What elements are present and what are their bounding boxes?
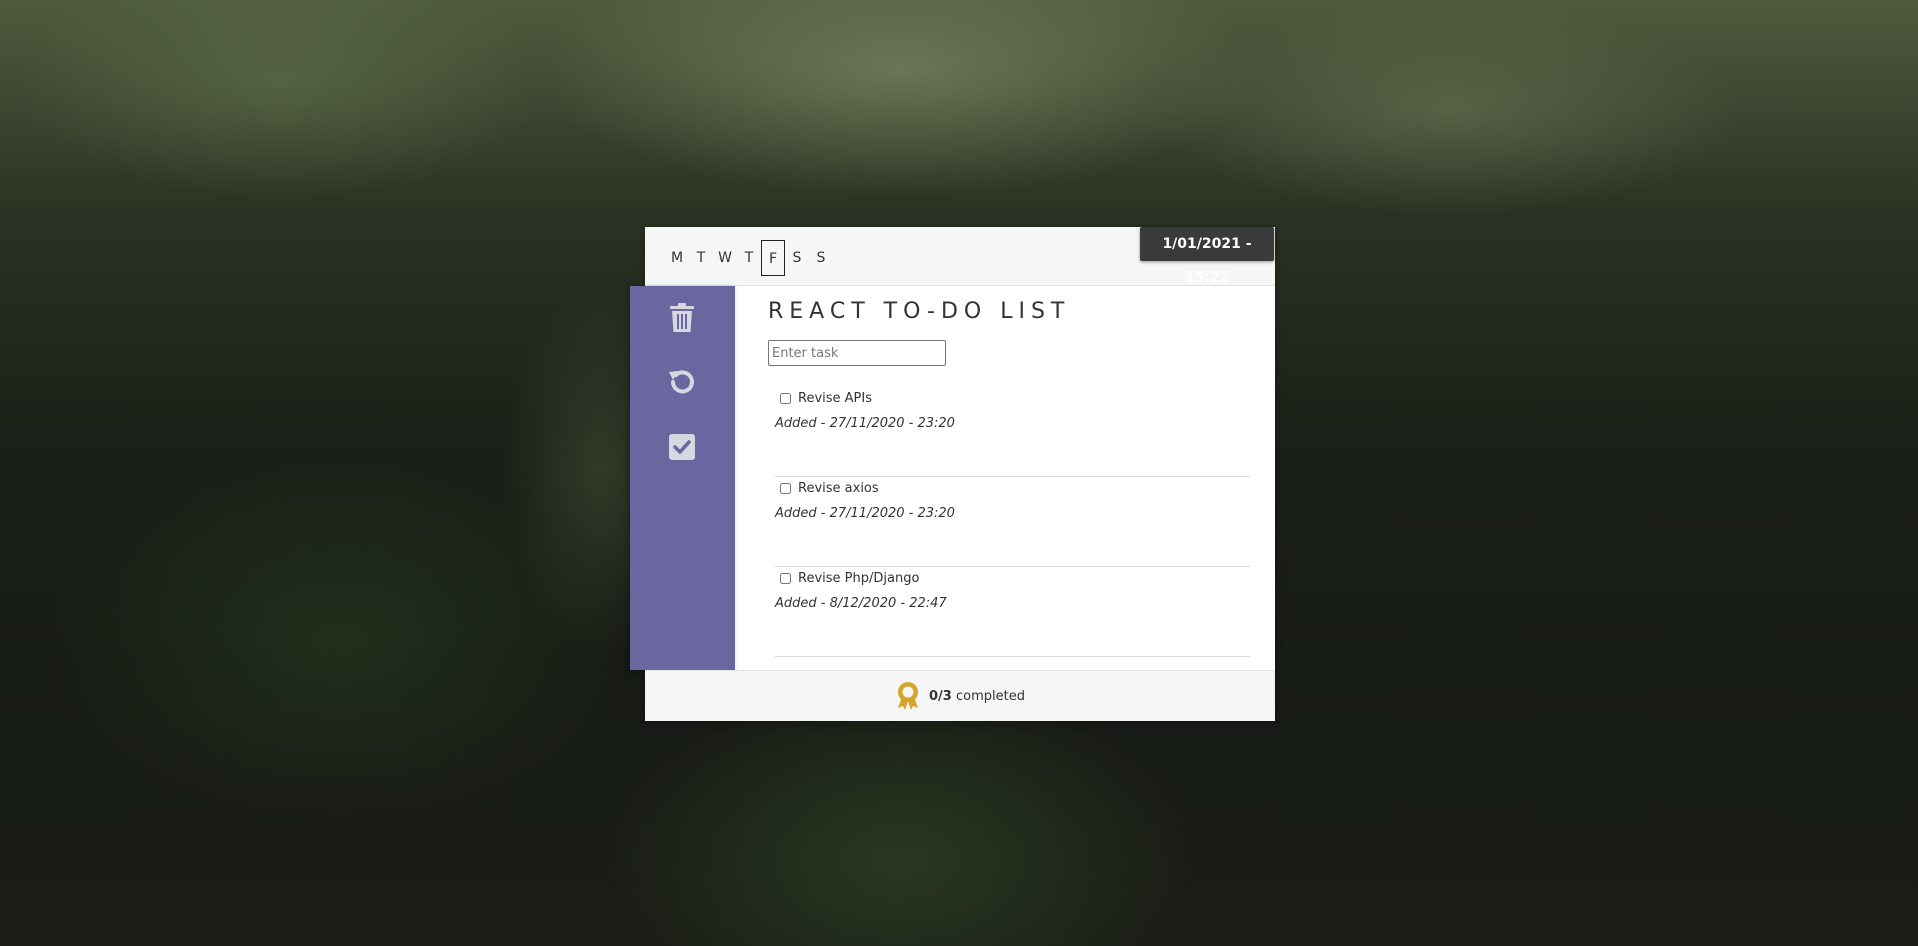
day-monday[interactable]: M (665, 240, 689, 276)
day-friday[interactable]: F (761, 240, 785, 276)
completion-label: completed (956, 688, 1025, 704)
completion-count: 0/3 (929, 688, 952, 704)
day-wednesday[interactable]: W (713, 240, 737, 276)
datetime-badge: 1/01/2021 - 15:22 (1140, 227, 1274, 286)
task-checkbox[interactable] (780, 483, 791, 494)
task-item: Revise axios Added - 27/11/2020 - 23:20 (775, 477, 1250, 567)
task-item: Revise Php/Django Added - 8/12/2020 - 22… (775, 567, 1250, 657)
weekday-list: M T W T F S S (665, 240, 833, 276)
task-row: Revise axios (780, 481, 879, 496)
completion-footer: 0/3 completed (645, 670, 1275, 721)
task-checkbox[interactable] (780, 393, 791, 404)
task-row: Revise APIs (780, 391, 872, 406)
delete-button[interactable] (666, 302, 698, 334)
undo-button[interactable] (666, 366, 698, 398)
page-title: REACT TO-DO LIST (768, 299, 1071, 324)
task-row: Revise Php/Django (780, 571, 919, 586)
action-sidebar (630, 286, 735, 670)
task-added-date: Added - 27/11/2020 - 23:20 (775, 506, 955, 521)
task-added-date: Added - 8/12/2020 - 22:47 (775, 596, 947, 611)
task-list: Revise APIs Added - 27/11/2020 - 23:20 R… (775, 387, 1250, 657)
completion-summary: 0/3 completed (929, 689, 1025, 704)
task-input[interactable] (768, 340, 946, 366)
task-name: Revise APIs (798, 391, 872, 406)
trash-icon (670, 303, 694, 332)
todo-card: M T W T F S S REACT TO-DO LIST Enter tas… (630, 227, 1275, 721)
complete-all-button[interactable] (666, 431, 698, 463)
task-item: Revise APIs Added - 27/11/2020 - 23:20 (775, 387, 1250, 477)
task-name: Revise Php/Django (798, 571, 920, 586)
checkbox-checked-icon (669, 434, 695, 460)
day-thursday[interactable]: T (737, 240, 761, 276)
task-added-date: Added - 27/11/2020 - 23:20 (775, 416, 955, 431)
day-tuesday[interactable]: T (689, 240, 713, 276)
award-ribbon-icon (898, 682, 919, 710)
undo-icon (669, 370, 694, 394)
task-checkbox[interactable] (780, 573, 791, 584)
task-name: Revise axios (798, 481, 879, 496)
day-sunday[interactable]: S (809, 240, 833, 276)
day-saturday[interactable]: S (785, 240, 809, 276)
